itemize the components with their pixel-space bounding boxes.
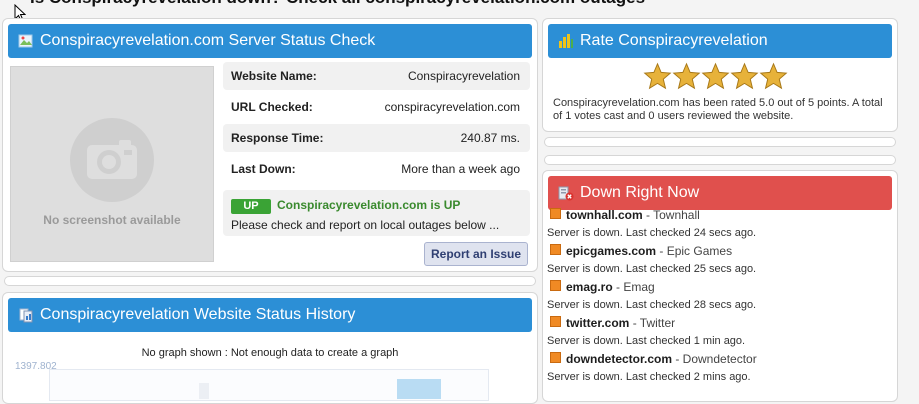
down-item[interactable]: emag.ro - Emag <box>550 280 655 294</box>
star-icon[interactable] <box>759 62 788 91</box>
down-item-name: - Emag <box>612 280 655 294</box>
history-graph-tick <box>199 383 209 399</box>
server-down-icon <box>558 185 574 201</box>
star-icon[interactable] <box>701 62 730 91</box>
history-panel: Conspiracyrevelation Website Status Hist… <box>2 292 538 404</box>
star-rating[interactable] <box>643 62 788 91</box>
screenshot-placeholder: No screenshot available <box>10 66 214 262</box>
info-value: 240.87 ms. <box>460 131 520 145</box>
report-issue-button[interactable]: Report an Issue <box>424 242 528 266</box>
history-header: Conspiracyrevelation Website Status Hist… <box>8 298 532 332</box>
history-title: Conspiracyrevelation Website Status Hist… <box>40 306 356 323</box>
rating-summary: Conspiracyrevelation.com has been rated … <box>553 97 883 122</box>
info-key: URL Checked: <box>231 100 313 114</box>
down-now-header: Down Right Now <box>548 176 892 210</box>
down-item-name: - Downdetector <box>672 352 757 366</box>
info-row-last-down: Last Down: More than a week ago <box>223 155 530 183</box>
rating-chart-icon <box>558 33 574 49</box>
status-description: Please check and report on local outages… <box>231 218 500 232</box>
right-spacer-panel-2 <box>544 155 896 165</box>
camera-icon <box>70 118 154 202</box>
down-item-site[interactable]: twitter.com <box>566 316 629 330</box>
down-item[interactable]: twitter.com - Twitter <box>550 316 675 330</box>
down-item-status: Server is down. Last checked 1 min ago. <box>547 335 746 347</box>
info-value: conspiracyrevelation.com <box>384 100 520 114</box>
down-item[interactable]: downdetector.com - Downdetector <box>550 352 757 366</box>
star-icon[interactable] <box>643 62 672 91</box>
rate-header: Rate Conspiracyrevelation <box>548 24 892 58</box>
info-value: Conspiracyrevelation <box>407 69 520 83</box>
down-item-name: - Townhall <box>642 208 700 222</box>
left-spacer-panel <box>4 276 536 286</box>
rate-title: Rate Conspiracyrevelation <box>580 32 768 49</box>
history-graph-bar <box>397 379 441 399</box>
down-item-status: Server is down. Last checked 2 mins ago. <box>547 371 751 383</box>
info-row-website-name: Website Name: Conspiracyrevelation <box>223 62 530 90</box>
right-spacer-panel-1 <box>544 137 896 147</box>
info-value: More than a week ago <box>401 162 520 176</box>
down-item-site[interactable]: emag.ro <box>566 280 613 294</box>
down-item-site[interactable]: downdetector.com <box>566 352 672 366</box>
orange-square-icon <box>550 244 561 255</box>
broken-image-icon <box>18 33 34 49</box>
info-row-url-checked: URL Checked: conspiracyrevelation.com <box>223 93 530 121</box>
star-icon[interactable] <box>672 62 701 91</box>
down-item[interactable]: townhall.com - Townhall <box>550 208 700 222</box>
down-item-site[interactable]: epicgames.com <box>566 244 656 258</box>
info-key: Response Time: <box>231 131 324 145</box>
down-now-title: Down Right Now <box>580 184 700 201</box>
down-item-status: Server is down. Last checked 28 secs ago… <box>547 299 757 311</box>
info-row-response-time: Response Time: 240.87 ms. <box>223 124 530 152</box>
down-item-site[interactable]: townhall.com <box>566 208 643 222</box>
page-headline: Is Conspiracyrevelation down? Check all … <box>30 0 645 8</box>
orange-square-icon <box>550 352 561 363</box>
down-item[interactable]: epicgames.com - Epic Games <box>550 244 732 258</box>
info-key: Last Down: <box>231 162 296 176</box>
down-item-name: - Twitter <box>629 316 676 330</box>
orange-square-icon <box>550 280 561 291</box>
status-box: UP Conspiracyrevelation.com is UP Please… <box>223 190 530 236</box>
status-check-header: Conspiracyrevelation.com Server Status C… <box>8 24 532 58</box>
orange-square-icon <box>550 208 561 219</box>
down-item-status: Server is down. Last checked 25 secs ago… <box>547 263 757 275</box>
down-item-name: - Epic Games <box>656 244 733 258</box>
status-badge: UP <box>231 199 271 214</box>
down-item-status: Server is down. Last checked 24 secs ago… <box>547 227 757 239</box>
orange-square-icon <box>550 316 561 327</box>
status-text: Conspiracyrevelation.com is UP <box>277 198 461 212</box>
history-message: No graph shown : Not enough data to crea… <box>141 347 399 359</box>
star-icon[interactable] <box>730 62 759 91</box>
info-key: Website Name: <box>231 69 317 83</box>
rate-panel: Rate Conspiracyrevelation Conspiracyreve… <box>542 18 898 132</box>
status-check-title: Conspiracyrevelation.com Server Status C… <box>40 32 376 49</box>
history-icon <box>18 307 34 323</box>
screenshot-label: No screenshot available <box>43 213 181 227</box>
